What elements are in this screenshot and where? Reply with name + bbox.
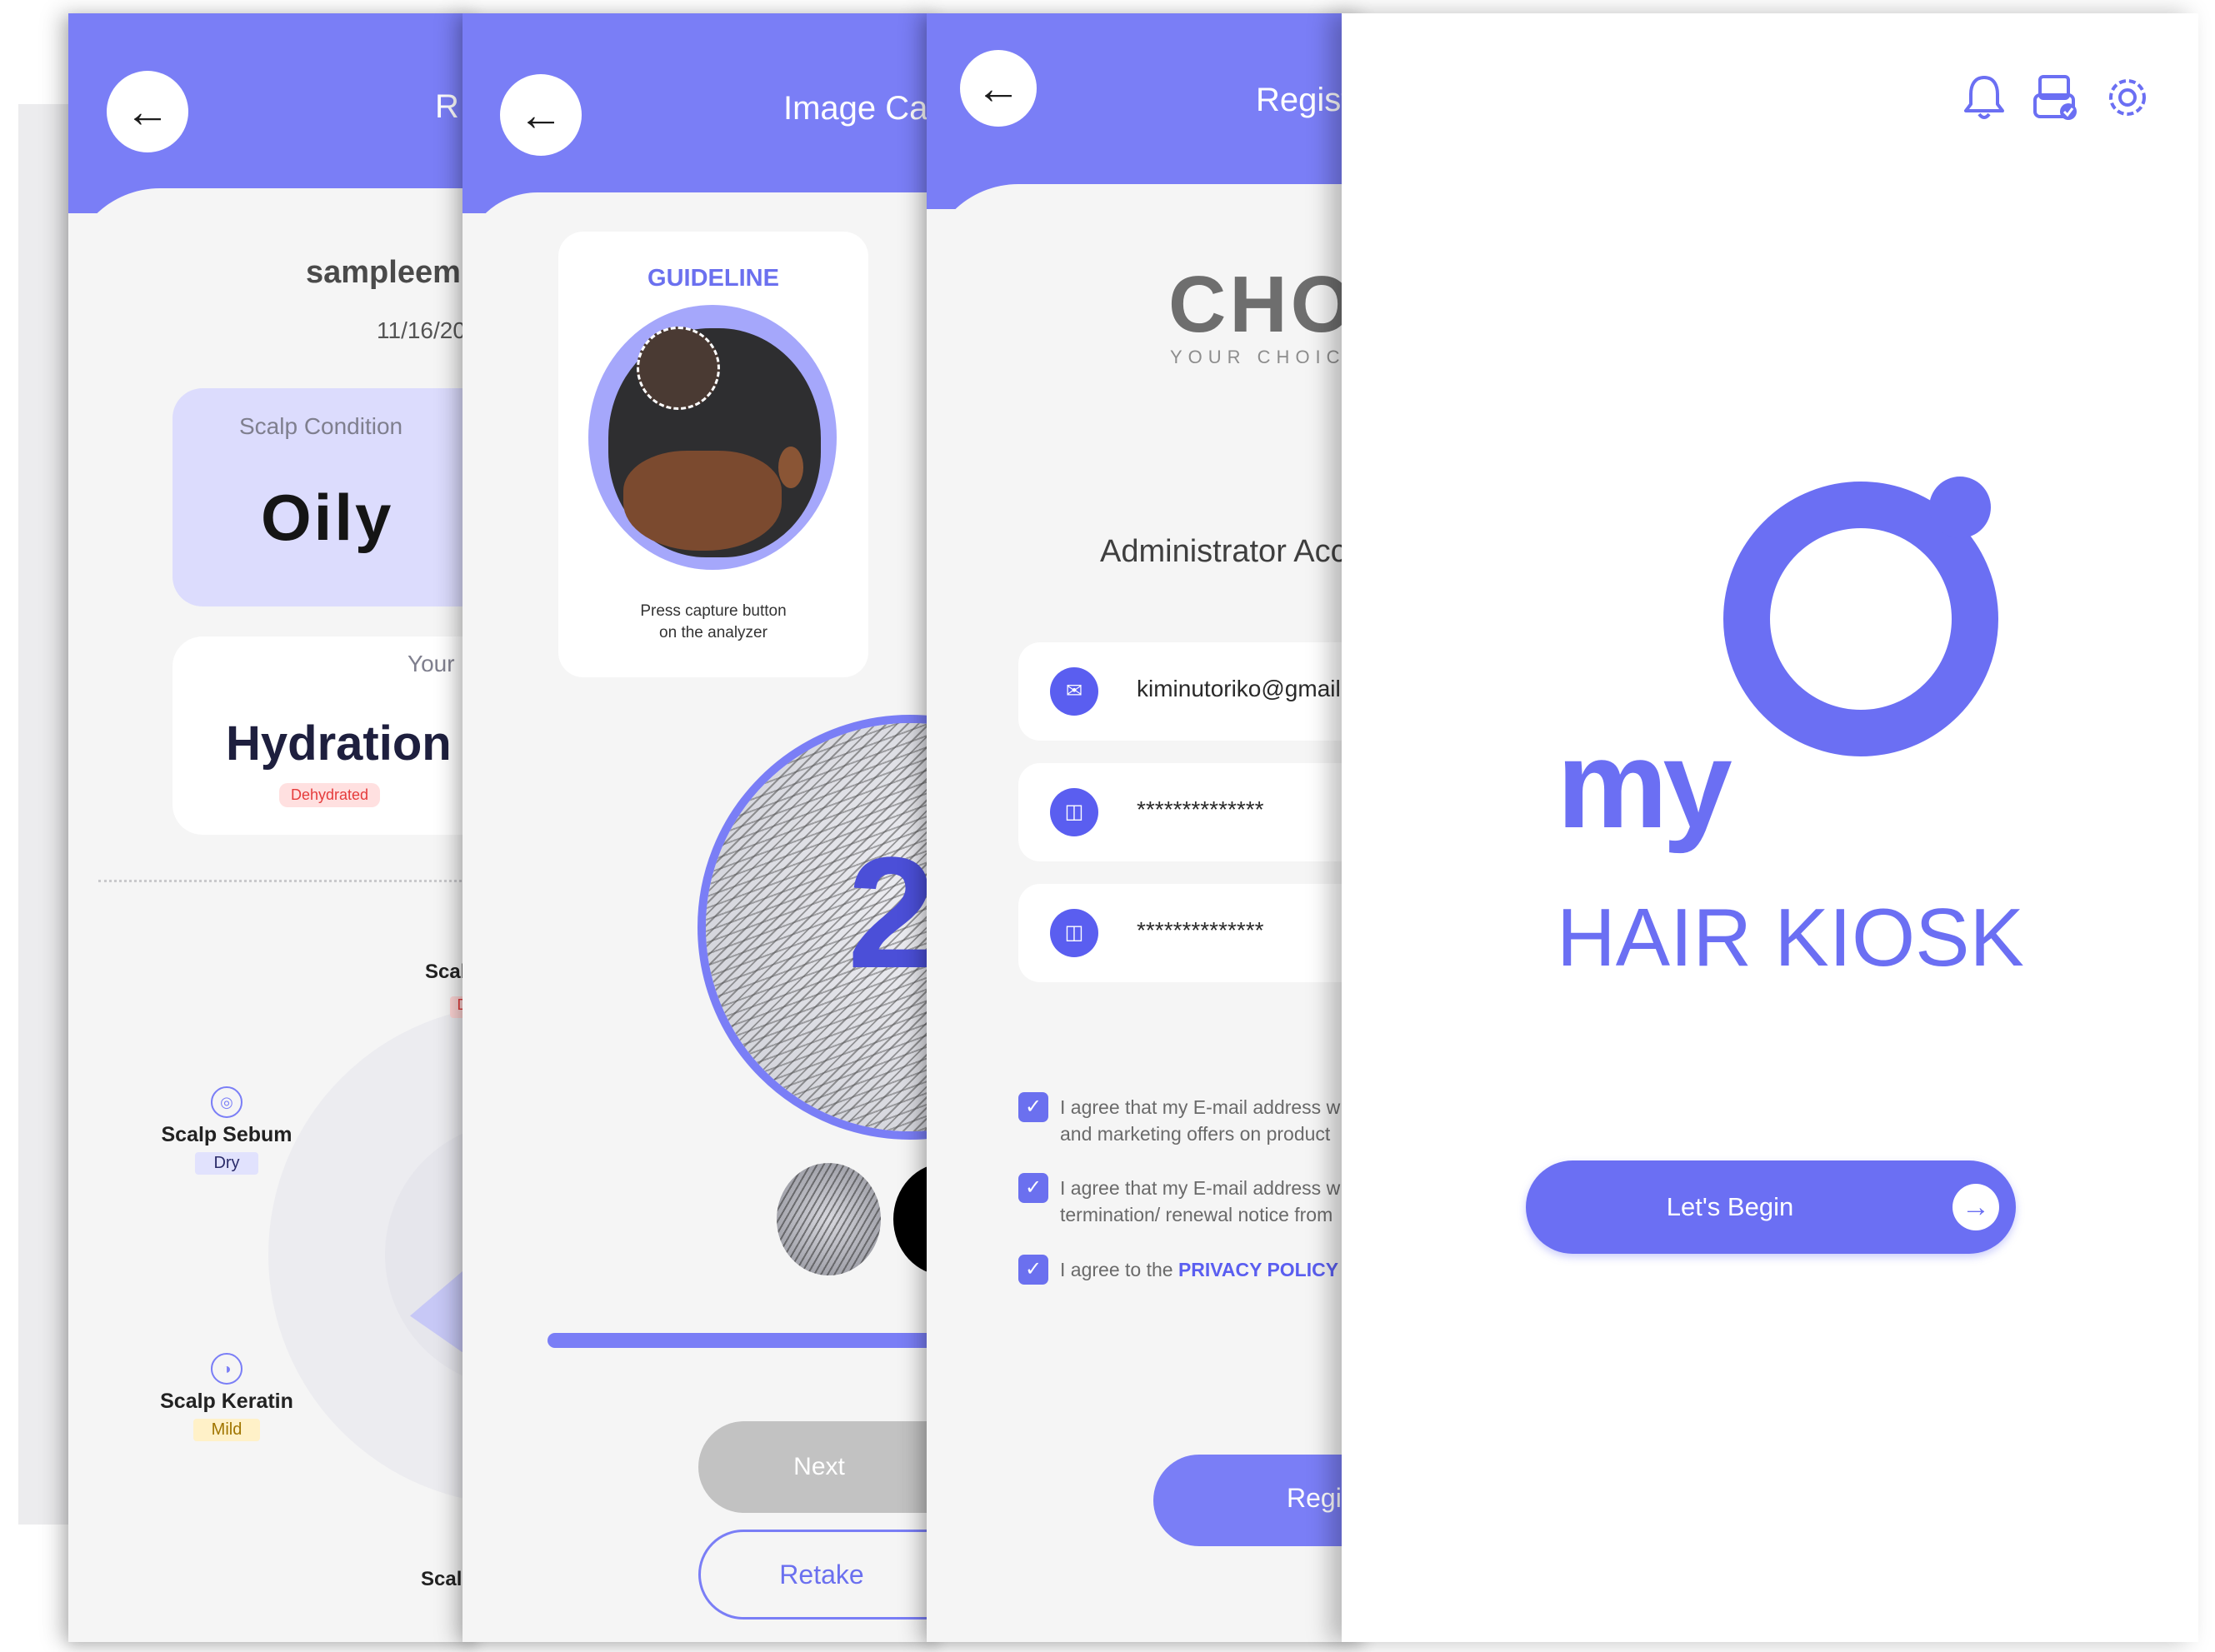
password-value: ************** bbox=[1137, 796, 1264, 822]
guideline-line-2: on the analyzer bbox=[659, 624, 768, 641]
check-icon: ✓ bbox=[1018, 1255, 1048, 1285]
next-button[interactable]: Next bbox=[698, 1421, 938, 1513]
countdown-number: 2 bbox=[848, 825, 936, 1001]
logo-my-text: my bbox=[1557, 714, 1732, 854]
check-icon: ✓ bbox=[1018, 1092, 1048, 1122]
ear-illustration bbox=[778, 447, 803, 488]
header-bar: ← R bbox=[68, 13, 477, 213]
email-value: kiminutoriko@gmail.c bbox=[1137, 676, 1359, 701]
dotted-divider bbox=[98, 880, 477, 882]
logo-hair-kiosk-text: HAIR KIOSK bbox=[1557, 891, 2024, 983]
hydration-status-badge: Dehydrated bbox=[279, 783, 381, 807]
arrow-left-icon: ← bbox=[518, 90, 563, 140]
privacy-policy-link[interactable]: PRIVACY POLICY bbox=[1178, 1259, 1338, 1280]
metric-name: Scalp Sebum bbox=[161, 1123, 292, 1146]
bell-icon[interactable] bbox=[1958, 72, 2010, 123]
gear-icon[interactable] bbox=[2102, 72, 2153, 123]
next-label: Next bbox=[793, 1453, 845, 1480]
lets-begin-button[interactable]: Let's Begin → bbox=[1526, 1160, 2016, 1254]
check-icon: ✓ bbox=[1018, 1173, 1048, 1203]
sebum-icon: ◎ bbox=[211, 1086, 242, 1118]
back-button[interactable]: ← bbox=[500, 74, 582, 156]
bell-glyph bbox=[1964, 76, 2004, 119]
logo-dot bbox=[1929, 477, 1991, 538]
back-button[interactable]: ← bbox=[960, 50, 1037, 127]
guideline-illustration bbox=[588, 305, 837, 570]
agree-privacy-prefix: I agree to the bbox=[1060, 1259, 1178, 1280]
register-label: Regi bbox=[1287, 1483, 1342, 1513]
hydration-your-label: Your bbox=[408, 651, 455, 676]
kiosk-device-icon[interactable] bbox=[2030, 72, 2082, 123]
retake-button[interactable]: Retake bbox=[698, 1530, 938, 1620]
home-screen: my HAIR KIOSK Let's Begin → bbox=[1342, 13, 2198, 1642]
captured-thumbnail-1[interactable] bbox=[777, 1163, 881, 1275]
metric-tag: Dry bbox=[195, 1152, 258, 1175]
user-name: sampleem bbox=[306, 255, 461, 290]
email-field[interactable]: ✉ kiminutoriko@gmail.c bbox=[1018, 642, 1364, 741]
kiosk-device-glyph bbox=[2033, 75, 2077, 120]
metric-name: Scalp Keratin bbox=[160, 1390, 293, 1413]
radar-axis-label-top: Scal bbox=[425, 961, 467, 983]
guideline-line-1: Press capture button bbox=[640, 602, 787, 620]
register-button[interactable]: Regi bbox=[1153, 1455, 1364, 1546]
confirm-password-value: ************** bbox=[1137, 917, 1264, 943]
brand-tagline: YOUR CHOICE bbox=[1170, 347, 1364, 367]
header-title: Regist bbox=[1256, 82, 1351, 118]
hydration-title: Hydration bbox=[226, 716, 452, 771]
face-illustration bbox=[623, 451, 782, 551]
agree-privacy-text: I agree to the PRIVACY POLICY bbox=[1060, 1256, 1338, 1283]
radar-axis-label-bottom: Scal bbox=[421, 1568, 462, 1590]
metric-scalp-sebum[interactable]: ◎ Scalp Sebum Dry bbox=[156, 1086, 298, 1175]
agree-notice-text: I agree that my E-mail address w termina… bbox=[1060, 1175, 1340, 1228]
arrow-right-icon: → bbox=[1952, 1184, 1999, 1230]
lets-begin-label: Let's Begin bbox=[1666, 1192, 1794, 1221]
metric-tag: Mild bbox=[192, 1419, 261, 1441]
image-capture-screen: ← Image Cap GUIDELINE Press capture butt… bbox=[462, 13, 938, 1642]
brand-logo: CHO bbox=[1168, 260, 1357, 349]
password-field[interactable]: ◫ ************** bbox=[1018, 763, 1364, 861]
confirm-password-field[interactable]: ◫ ************** bbox=[1018, 884, 1364, 982]
back-button[interactable]: ← bbox=[107, 71, 188, 152]
result-date: 11/16/20 bbox=[377, 317, 466, 343]
header-bar: ← Image Cap bbox=[462, 13, 938, 213]
gear-glyph bbox=[2109, 79, 2146, 116]
guideline-instructions: Press capture button on the analyzer bbox=[558, 601, 868, 644]
agree-marketing-line-1: I agree that my E-mail address w bbox=[1060, 1096, 1341, 1118]
retake-label: Retake bbox=[779, 1560, 864, 1590]
agree-marketing-text: I agree that my E-mail address w and mar… bbox=[1060, 1094, 1340, 1147]
hydration-card: Your Hydration Dehydrated bbox=[172, 636, 477, 835]
agree-notice-line-2: termination/ renewal notice from bbox=[1060, 1204, 1333, 1225]
scalp-condition-card: Scalp Condition Oily bbox=[172, 388, 477, 606]
register-screen: ← Regist CHO YOUR CHOICE Administrator A… bbox=[927, 13, 1364, 1642]
agree-marketing-line-2: and marketing offers on product bbox=[1060, 1123, 1331, 1145]
arrow-left-icon: ← bbox=[976, 63, 1021, 113]
section-title: Administrator Acc bbox=[1100, 534, 1347, 569]
arrow-left-icon: ← bbox=[125, 87, 170, 137]
guideline-title: GUIDELINE bbox=[648, 265, 779, 292]
header-title: Image Cap bbox=[783, 90, 938, 127]
lock-icon: ◫ bbox=[1050, 909, 1098, 957]
capture-progress-bar bbox=[548, 1333, 938, 1348]
guideline-card: GUIDELINE Press capture button on the an… bbox=[558, 232, 868, 677]
mail-icon: ✉ bbox=[1050, 667, 1098, 716]
result-screen: ← R sampleem 11/16/20 Scalp Condition Oi… bbox=[68, 13, 477, 1642]
header-bar: ← Regist bbox=[927, 13, 1364, 209]
lock-icon: ◫ bbox=[1050, 788, 1098, 836]
capture-spot-marker bbox=[637, 327, 720, 410]
metric-scalp-keratin[interactable]: ◑ Scalp Keratin Mild bbox=[156, 1353, 298, 1441]
agree-notice-line-1: I agree that my E-mail address w bbox=[1060, 1177, 1341, 1199]
scalp-condition-value: Oily bbox=[261, 481, 394, 554]
header-title: R bbox=[435, 88, 459, 125]
keratin-icon: ◑ bbox=[211, 1353, 242, 1385]
scalp-condition-label: Scalp Condition bbox=[239, 413, 403, 439]
